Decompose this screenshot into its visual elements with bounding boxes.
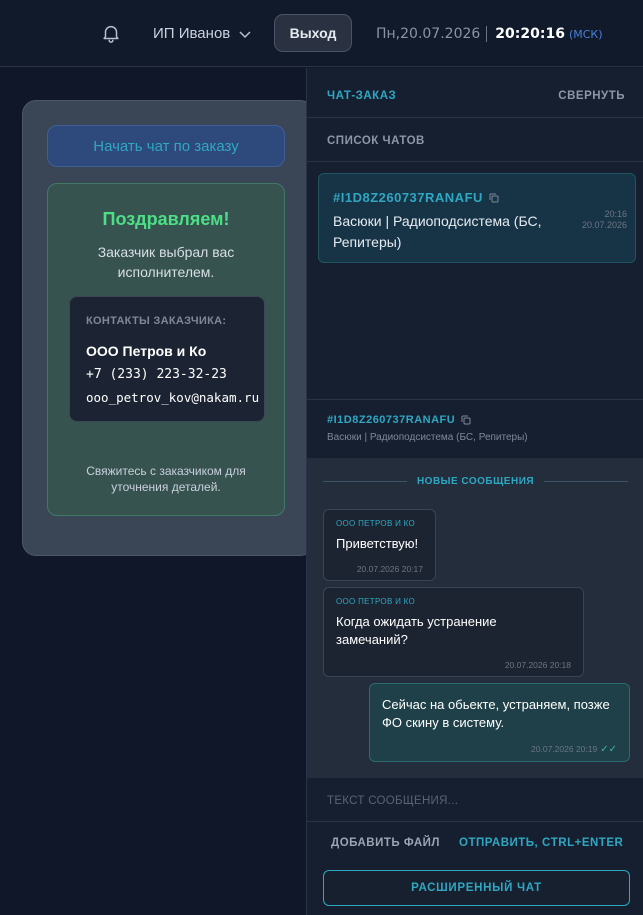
email-address[interactable]: ooo_petrov_kov@nakam.ru [86,390,264,405]
conversation-id-text: #I1D8Z260737RANAFU [327,414,456,426]
divider [307,161,643,162]
message-input[interactable]: ТЕКСТ СООБЩЕНИЯ... [327,795,458,807]
contact-hint: Свяжитесь с заказчиком для уточнения дет… [86,464,246,494]
add-file-button[interactable]: ДОБАВИТЬ ФАЙЛ [331,837,440,849]
copy-icon[interactable] [461,415,471,425]
divider [307,399,643,400]
message-bubble: ООО ПЕТРОВ И КО Когда ожидать устранение… [323,587,584,677]
chat-time: 20:16 [604,209,627,219]
conversation-header: #I1D8Z260737RANAFU Васюки | Радиоподсист… [327,414,528,443]
message-sender: ООО ПЕТРОВ И КО [336,597,416,606]
message-text: Приветствую! [336,536,419,551]
message-time: 20.07.2026 20:17 [356,564,423,574]
collapse-button[interactable]: СВЕРНУТЬ [558,90,625,102]
company-name: ООО Петров и Ко [86,343,207,359]
message-bubble-own: Сейчас на обьекте, устраняем, позже ФО с… [369,683,630,762]
message-bubble: ООО ПЕТРОВ И КО Приветствую! 20.07.2026 … [323,509,436,581]
chat-list-item[interactable]: #I1D8Z260737RANAFU Васюки | Радиоподсист… [318,173,636,263]
extended-chat-button[interactable]: РАСШИРЕННЫЙ ЧАТ [323,870,630,906]
logout-button[interactable]: Выход [274,14,352,52]
read-check-icon: ✓✓ [600,744,617,755]
chat-id: #I1D8Z260737RANAFU [333,190,499,205]
new-messages-separator: НОВЫЕ СООБЩЕНИЯ [323,476,629,487]
timezone: (МСК) [568,27,603,41]
order-card: Начать чат по заказу Поздравляем! Заказч… [22,100,314,556]
divider [486,26,488,42]
copy-icon[interactable] [489,193,499,203]
phone-number[interactable]: +7 (233) 223-32-23 [86,367,264,382]
datetime: Пн,20.07.2026 20:20:16 (МСК) [376,26,603,42]
top-bar: ИП Иванов Выход Пн,20.07.2026 20:20:16 (… [0,0,643,67]
clock-time: 20:20:16 [495,26,565,42]
chevron-down-icon [239,30,251,38]
congrats-title: Поздравляем! [102,209,230,229]
separator-line [323,481,407,482]
date: Пн,20.07.2026 [376,26,481,42]
message-time: 20.07.2026 20:18 [504,660,571,670]
chat-panel: ЧАТ-ЗАКАЗ СВЕРНУТЬ СПИСОК ЧАТОВ #I1D8Z26… [306,68,643,915]
send-button[interactable]: ОТПРАВИТЬ, CTRL+ENTER [459,837,623,849]
message-sender: ООО ПЕТРОВ И КО [336,519,416,528]
conversation-name: Васюки | Радиоподсистема (БС, Репитеры) [327,432,528,443]
divider [307,117,643,118]
separator-line [544,481,629,482]
chat-timestamp: 20:16 20.07.2026 [582,209,627,231]
panel-title: ЧАТ-ЗАКАЗ [327,90,397,102]
contacts-label: КОНТАКТЫ ЗАКАЗЧИКА: [86,315,227,327]
user-menu[interactable]: ИП Иванов [153,25,252,42]
congrats-panel: Поздравляем! Заказчик выбрал вас исполни… [47,183,285,516]
bell-icon[interactable] [100,22,122,44]
message-time: 20.07.2026 20:19 [531,744,598,754]
message-time-row: 20.07.2026 20:19 ✓✓ [531,744,617,755]
new-messages-label: НОВЫЕ СООБЩЕНИЯ [416,476,535,487]
chat-name: Васюки | Радиоподсистема (БС, Репитеры) [333,213,542,250]
user-name: ИП Иванов [153,25,231,42]
message-text: Когда ожидать устранение замечаний? [336,614,497,647]
conversation-id: #I1D8Z260737RANAFU [327,414,528,426]
message-text: Сейчас на обьекте, устраняем, позже ФО с… [382,697,610,730]
chat-list-title: СПИСОК ЧАТОВ [327,135,425,147]
message-list[interactable]: НОВЫЕ СООБЩЕНИЯ ООО ПЕТРОВ И КО Приветст… [307,458,643,778]
customer-contacts: КОНТАКТЫ ЗАКАЗЧИКА: ООО Петров и Ко +7 (… [69,296,265,422]
chat-date: 20.07.2026 [581,220,627,230]
congrats-text: Заказчик выбрал вас исполнителем. [97,244,235,280]
start-chat-button[interactable]: Начать чат по заказу [47,125,285,167]
divider [307,821,643,822]
chat-id-text: #I1D8Z260737RANAFU [333,190,483,205]
